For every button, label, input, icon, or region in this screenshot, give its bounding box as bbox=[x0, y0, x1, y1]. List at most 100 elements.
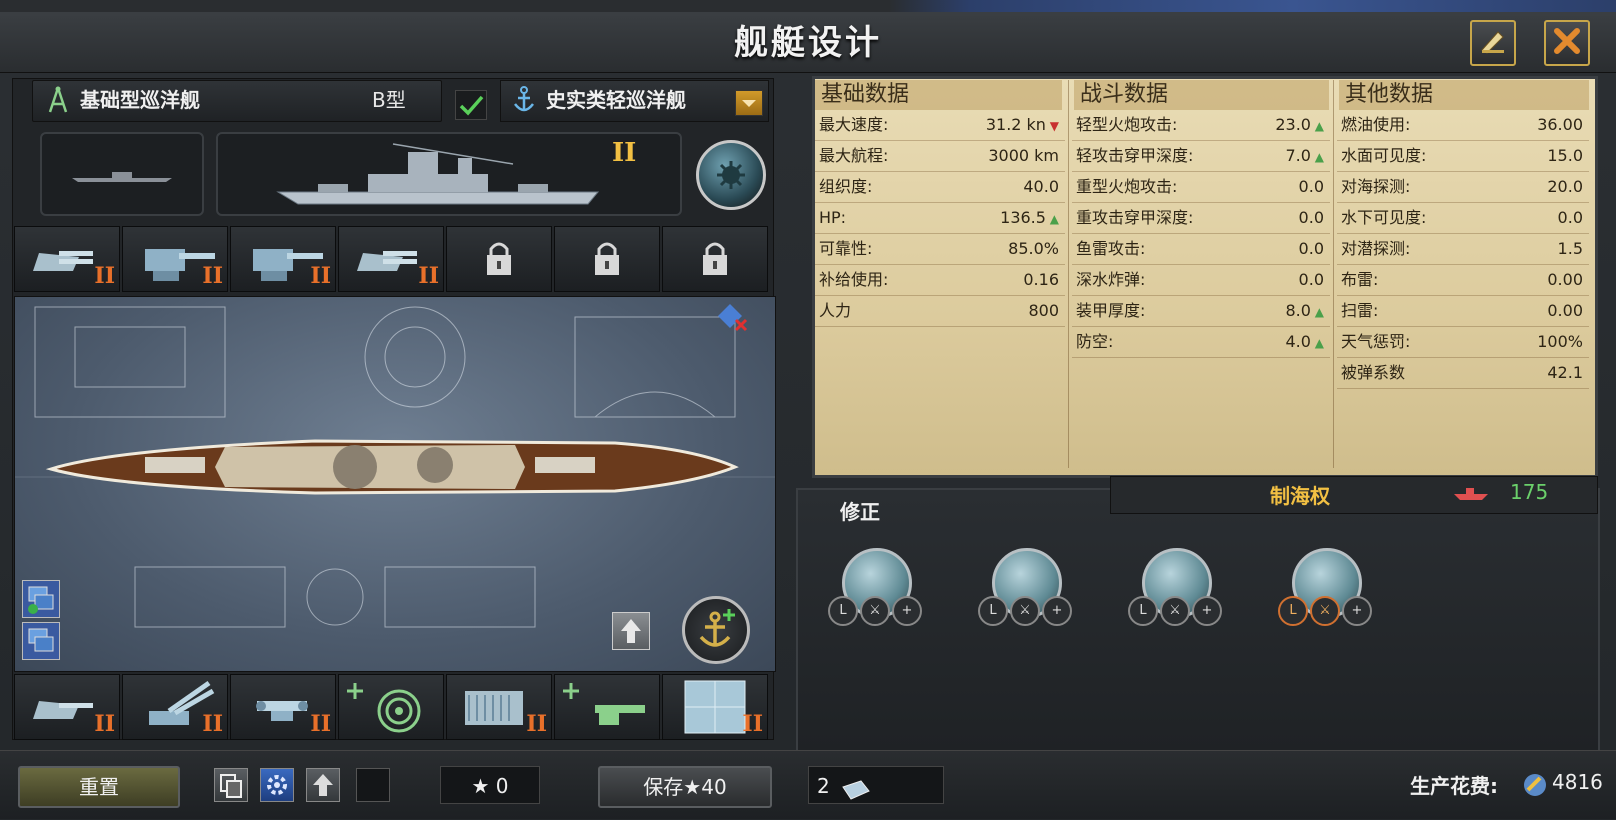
module-slot-7-locked[interactable] bbox=[662, 226, 768, 292]
column-header-other: 其他数据 bbox=[1339, 80, 1589, 110]
upgrade-all-button[interactable] bbox=[306, 768, 340, 802]
ship-tier: II bbox=[612, 138, 637, 168]
column-header-combat: 战斗数据 bbox=[1074, 80, 1329, 110]
design-count-field[interactable]: 2 bbox=[808, 766, 944, 804]
ship-blueprint-view bbox=[14, 296, 776, 672]
stat-label: 天气惩罚: bbox=[1341, 332, 1411, 351]
stat-value: 0.0 bbox=[1299, 234, 1324, 264]
symmetry-toggle-icon[interactable] bbox=[716, 302, 750, 336]
stat-label: 扫雷: bbox=[1341, 301, 1379, 320]
stat-row: 装甲厚度: 8.0 ▲ bbox=[1072, 296, 1330, 327]
anchor-plus-icon bbox=[685, 609, 747, 665]
column-divider bbox=[1068, 80, 1069, 468]
stat-label: 燃油使用: bbox=[1341, 115, 1411, 134]
stat-value-text: 100% bbox=[1537, 332, 1583, 351]
plus-icon: + bbox=[1192, 596, 1222, 626]
stat-value: 0.00 bbox=[1547, 265, 1583, 295]
reset-button[interactable]: 重置 bbox=[18, 766, 180, 808]
stat-label: 水下可见度: bbox=[1341, 208, 1427, 227]
stat-value: 42.1 bbox=[1547, 358, 1583, 388]
stat-value: 7.0 ▲ bbox=[1286, 141, 1325, 172]
stat-value-text: 36.00 bbox=[1537, 115, 1583, 134]
module-slot-1[interactable]: II bbox=[14, 226, 120, 292]
stat-row: 防空: 4.0 ▲ bbox=[1072, 327, 1330, 358]
trend-up-icon: ▲ bbox=[1045, 212, 1059, 226]
stat-row: 轻型火炮攻击: 23.0 ▲ bbox=[1072, 110, 1330, 141]
module-slot-6-locked[interactable] bbox=[554, 226, 660, 292]
module-tier: II bbox=[310, 711, 331, 737]
stat-row: 被弹系数 42.1 bbox=[1337, 358, 1589, 389]
stat-row: HP: 136.5 ▲ bbox=[815, 203, 1065, 234]
stat-value: 800 bbox=[1028, 296, 1059, 326]
trend-down-icon: ▼ bbox=[1045, 119, 1059, 133]
hull-confirm-checkbox[interactable] bbox=[455, 90, 487, 120]
stat-value-text: 0.00 bbox=[1547, 301, 1583, 320]
module-slot-4[interactable]: II bbox=[338, 226, 444, 292]
module-slot-b2[interactable]: II bbox=[122, 674, 228, 740]
stat-value-text: 20.0 bbox=[1547, 177, 1583, 196]
upgrade-button[interactable] bbox=[612, 612, 650, 650]
stat-row: 对海探测: 20.0 bbox=[1337, 172, 1589, 203]
role-dropdown-button[interactable] bbox=[735, 90, 763, 116]
module-slot-3[interactable]: II bbox=[230, 226, 336, 292]
stat-label: 轻攻击穿甲深度: bbox=[1076, 146, 1194, 165]
stat-value-text: 0.0 bbox=[1557, 208, 1583, 227]
stat-label: 被弹系数 bbox=[1341, 363, 1406, 382]
edit-name-button[interactable] bbox=[1470, 20, 1516, 66]
stat-value: 85.0% bbox=[1008, 234, 1059, 264]
stat-value-text: 0.0 bbox=[1298, 208, 1324, 227]
save-button[interactable]: 保存★40 bbox=[598, 766, 772, 808]
stat-value-text: 85.0% bbox=[1008, 239, 1059, 258]
stat-value-text: 0.0 bbox=[1298, 177, 1324, 196]
stat-label: 对潜探测: bbox=[1341, 239, 1411, 258]
plus-icon: + bbox=[1342, 596, 1372, 626]
stat-row: 鱼雷攻击: 0.0 bbox=[1072, 234, 1330, 265]
module-slot-b1[interactable]: II bbox=[14, 674, 120, 740]
layer-toggle-button-1[interactable] bbox=[22, 580, 60, 618]
stat-label: 组织度: bbox=[819, 177, 873, 196]
add-fleet-button[interactable] bbox=[682, 596, 750, 664]
stat-label: 可靠性: bbox=[819, 239, 873, 258]
page-title: 舰艇设计 bbox=[734, 23, 882, 63]
chevron-down-icon bbox=[736, 100, 762, 119]
module-tier: II bbox=[526, 711, 547, 737]
trend-up-icon: ▲ bbox=[1310, 150, 1324, 164]
modifiers-title: 修正 bbox=[840, 500, 880, 524]
ship-silhouette-small bbox=[40, 132, 204, 216]
stat-label: 水面可见度: bbox=[1341, 146, 1427, 165]
modifiers-tab-label[interactable]: 制海权 bbox=[1270, 480, 1330, 509]
stat-row: 最大航程: 3000 km bbox=[815, 141, 1065, 172]
copy-design-button[interactable] bbox=[214, 768, 248, 802]
module-slot-b5[interactable]: II bbox=[446, 674, 552, 740]
copy-icon bbox=[215, 774, 247, 805]
module-slot-b7[interactable]: II bbox=[662, 674, 768, 740]
stat-label: 装甲厚度: bbox=[1076, 301, 1146, 320]
auto-design-button[interactable] bbox=[260, 768, 294, 802]
stat-label: 重攻击穿甲深度: bbox=[1076, 208, 1194, 227]
naval-mine-button[interactable] bbox=[696, 140, 766, 210]
module-slot-b6-add-gun[interactable] bbox=[554, 674, 660, 740]
module-slot-b4-add-radar[interactable] bbox=[338, 674, 444, 740]
column-header-basic: 基础数据 bbox=[815, 80, 1062, 110]
stat-row: 可靠性: 85.0% bbox=[815, 234, 1065, 265]
stat-row: 重型火炮攻击: 0.0 bbox=[1072, 172, 1330, 203]
layer-toggle-button-2[interactable] bbox=[22, 622, 60, 660]
module-slot-b3[interactable]: II bbox=[230, 674, 336, 740]
stat-value: 136.5 ▲ bbox=[1000, 203, 1059, 234]
stat-value: 8.0 ▲ bbox=[1286, 296, 1325, 327]
module-slot-5-locked[interactable] bbox=[446, 226, 552, 292]
stat-label: 重型火炮攻击: bbox=[1076, 177, 1178, 196]
role-name: 史实类轻巡洋舰 bbox=[546, 88, 686, 112]
anchor-icon bbox=[512, 86, 536, 118]
stat-value: 23.0 ▲ bbox=[1275, 110, 1324, 141]
stat-value: 0.16 bbox=[1023, 265, 1059, 295]
module-slot-2[interactable]: II bbox=[122, 226, 228, 292]
close-button[interactable] bbox=[1544, 20, 1590, 66]
hull-name: 基础型巡洋舰 bbox=[80, 88, 200, 112]
stat-row: 布雷: 0.00 bbox=[1337, 265, 1589, 296]
layers-icon bbox=[23, 628, 59, 663]
stat-row: 补给使用: 0.16 bbox=[815, 265, 1065, 296]
production-cost-value: 4816 bbox=[1552, 770, 1603, 794]
obsolete-checkbox[interactable] bbox=[356, 768, 390, 802]
modifiers-tab-value: 175 bbox=[1510, 480, 1549, 504]
